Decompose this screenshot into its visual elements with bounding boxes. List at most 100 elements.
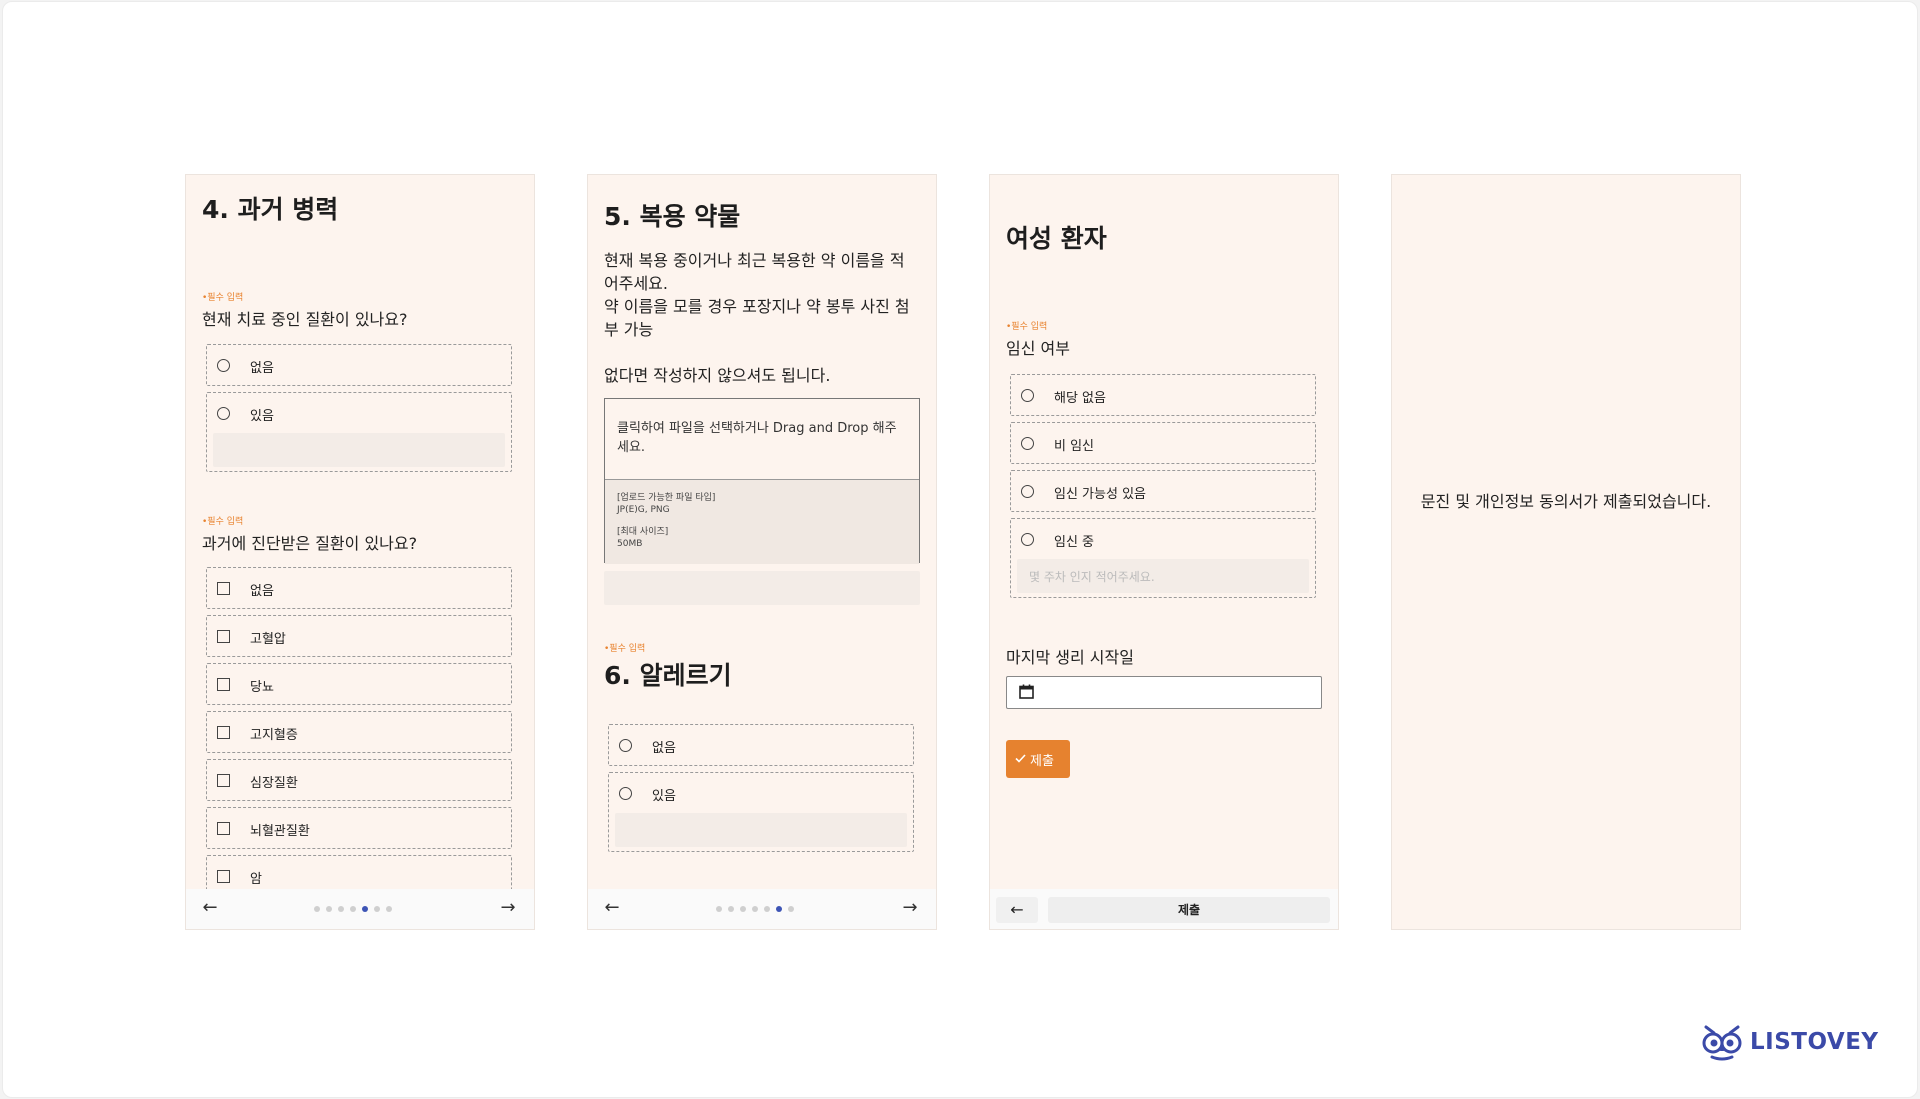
calendar-icon[interactable]: [1019, 684, 1034, 699]
page-dot[interactable]: [350, 906, 356, 912]
page-dot[interactable]: [386, 906, 392, 912]
required-label: •필수 입력: [202, 517, 244, 527]
page-dot[interactable]: [326, 906, 332, 912]
option-label: 비 임신: [1054, 439, 1095, 454]
checkbox-icon[interactable]: [217, 726, 230, 739]
page-dot[interactable]: [728, 906, 734, 912]
page-dot[interactable]: [362, 906, 368, 912]
option-label: 뇌혈관질환: [250, 824, 310, 839]
page-title: 4. 과거 병력: [202, 195, 339, 224]
required-label: •필수 입력: [202, 293, 244, 303]
radio-option-possibly-pregnant[interactable]: 임신 가능성 있음: [1010, 470, 1316, 512]
page-dot[interactable]: [314, 906, 320, 912]
radio-option-pregnant[interactable]: 임신 중 몇 주차 인지 적어주세요.: [1010, 518, 1316, 598]
checkbox-icon[interactable]: [217, 870, 230, 883]
required-label: •필수 입력: [1006, 322, 1048, 332]
radio-icon[interactable]: [1021, 533, 1034, 546]
brand-name: LISTOVEY: [1750, 1029, 1879, 1055]
question-label: 과거에 진단받은 질환이 있나요?: [202, 534, 418, 553]
option-label: 없음: [250, 361, 274, 376]
screen-female-patient: 여성 환자 •필수 입력 임신 여부 해당 없음 비 임신 임신 가능성 있음 …: [989, 174, 1339, 930]
arrow-right-icon[interactable]: →: [496, 897, 520, 918]
medication-text-input[interactable]: [604, 571, 920, 605]
file-upload-dropzone[interactable]: 클릭하여 파일을 선택하거나 Drag and Drop 해주세요. [업로드 …: [604, 398, 920, 564]
checkbox-icon[interactable]: [217, 774, 230, 787]
bottom-submit-button[interactable]: 제출: [1048, 897, 1330, 923]
option-label: 당뇨: [250, 680, 274, 695]
checkbox-icon[interactable]: [217, 630, 230, 643]
check-icon: [1015, 754, 1026, 763]
checkbox-icon[interactable]: [217, 822, 230, 835]
types-value: JP(E)G, PNG: [617, 505, 670, 515]
weeks-input[interactable]: 몇 주차 인지 적어주세요.: [1017, 559, 1309, 593]
page-title: 여성 환자: [1006, 224, 1107, 253]
page-dot[interactable]: [716, 906, 722, 912]
question-label: 임신 여부: [1006, 339, 1070, 358]
radio-option-not-applicable[interactable]: 해당 없음: [1010, 374, 1316, 416]
checkbox-option[interactable]: 뇌혈관질환: [206, 807, 512, 849]
weeks-placeholder: 몇 주차 인지 적어주세요.: [1029, 570, 1155, 584]
radio-option-yes[interactable]: 있음: [608, 772, 914, 852]
option-label: 고혈압: [250, 632, 286, 647]
radio-icon[interactable]: [619, 739, 632, 752]
submit-button[interactable]: 제출: [1006, 740, 1070, 778]
checkbox-option[interactable]: 심장질환: [206, 759, 512, 801]
page-dot[interactable]: [788, 906, 794, 912]
radio-icon[interactable]: [1021, 437, 1034, 450]
page-dot[interactable]: [740, 906, 746, 912]
owl-icon: [1702, 1025, 1742, 1061]
checkbox-option[interactable]: 없음: [206, 567, 512, 609]
checkbox-option[interactable]: 고혈압: [206, 615, 512, 657]
page-dot[interactable]: [752, 906, 758, 912]
option-label: 암: [250, 872, 262, 887]
option-label: 심장질환: [250, 776, 298, 791]
option-label: 없음: [652, 741, 676, 756]
radio-icon[interactable]: [217, 359, 230, 372]
option-label: 해당 없음: [1054, 391, 1106, 406]
arrow-left-icon[interactable]: ←: [198, 897, 222, 918]
checkbox-icon[interactable]: [217, 678, 230, 691]
upload-info: [업로드 가능한 파일 타입] JP(E)G, PNG [최대 사이즈] 50M…: [605, 479, 919, 564]
page-dot[interactable]: [764, 906, 770, 912]
arrow-left-icon[interactable]: ←: [600, 897, 624, 918]
checkbox-option[interactable]: 고지혈증: [206, 711, 512, 753]
radio-option-yes[interactable]: 있음: [206, 392, 512, 472]
types-label: [업로드 가능한 파일 타입]: [617, 493, 716, 503]
option-label: 있음: [250, 409, 274, 424]
checkbox-option[interactable]: 당뇨: [206, 663, 512, 705]
pager-nav: ← →: [588, 889, 936, 929]
question-label: 현재 치료 중인 질환이 있나요?: [202, 310, 408, 329]
radio-option-none[interactable]: 없음: [608, 724, 914, 766]
detail-input[interactable]: [615, 813, 907, 847]
description-line: 어주세요.: [604, 274, 668, 293]
description-line: 현재 복용 중이거나 최근 복용한 약 이름을 적: [604, 251, 905, 270]
last-period-date-input[interactable]: [1006, 676, 1322, 709]
radio-icon[interactable]: [619, 787, 632, 800]
upload-prompt: 클릭하여 파일을 선택하거나 Drag and Drop 해주세요.: [617, 421, 897, 455]
option-label: 없음: [250, 584, 274, 599]
arrow-right-icon[interactable]: →: [898, 897, 922, 918]
radio-icon[interactable]: [217, 407, 230, 420]
radio-icon[interactable]: [1021, 389, 1034, 402]
option-label: 있음: [652, 789, 676, 804]
page-dot[interactable]: [338, 906, 344, 912]
pager-nav: ← →: [186, 889, 534, 929]
radio-icon[interactable]: [1021, 485, 1034, 498]
page-dots: [716, 906, 794, 912]
page-dot[interactable]: [374, 906, 380, 912]
arrow-left-icon[interactable]: ←: [996, 897, 1038, 923]
page-dots: [314, 906, 392, 912]
option-label: 고지혈증: [250, 728, 298, 743]
size-label: [최대 사이즈]: [617, 527, 669, 537]
completion-message: 문진 및 개인정보 동의서가 제출되었습니다.: [1420, 492, 1712, 511]
checkbox-icon[interactable]: [217, 582, 230, 595]
detail-input[interactable]: [213, 433, 505, 467]
last-period-label: 마지막 생리 시작일: [1006, 648, 1134, 667]
brand-logo: LISTOVEY: [1700, 1023, 1879, 1061]
canvas: 4. 과거 병력 •필수 입력 현재 치료 중인 질환이 있나요? 없음 있음 …: [2, 1, 1918, 1098]
page-dot[interactable]: [776, 906, 782, 912]
description-line: 약 이름을 모를 경우 포장지나 약 봉투 사진 첨: [604, 297, 910, 316]
radio-option-not-pregnant[interactable]: 비 임신: [1010, 422, 1316, 464]
radio-option-none[interactable]: 없음: [206, 344, 512, 386]
screen-medical-history: 4. 과거 병력 •필수 입력 현재 치료 중인 질환이 있나요? 없음 있음 …: [185, 174, 535, 930]
